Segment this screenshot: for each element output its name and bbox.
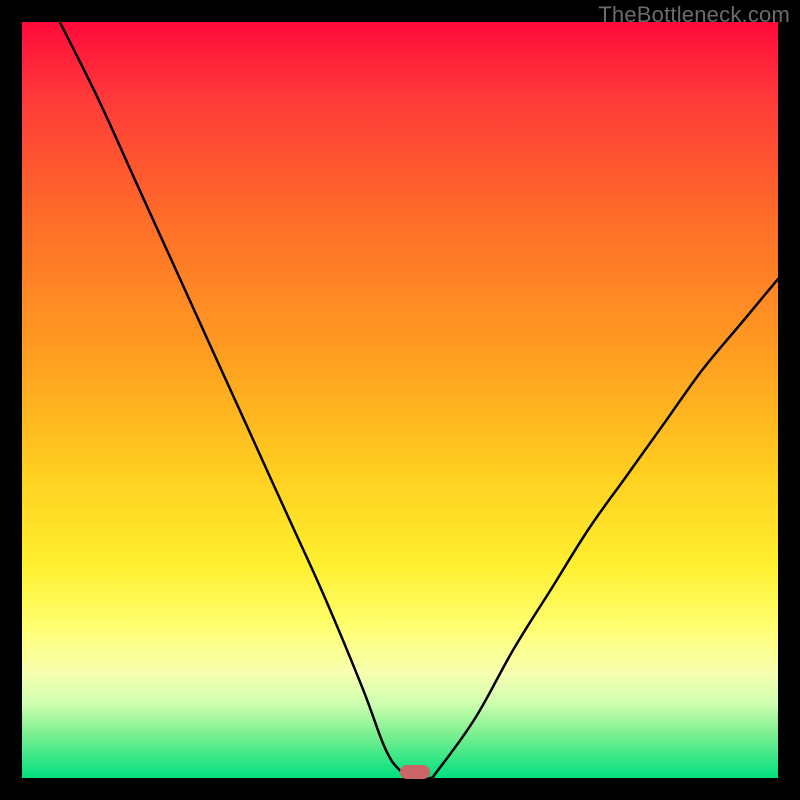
chart-frame: TheBottleneck.com: [0, 0, 800, 800]
plot-area: [22, 22, 778, 778]
optimal-marker: [400, 765, 430, 779]
bottleneck-curve: [22, 22, 778, 778]
